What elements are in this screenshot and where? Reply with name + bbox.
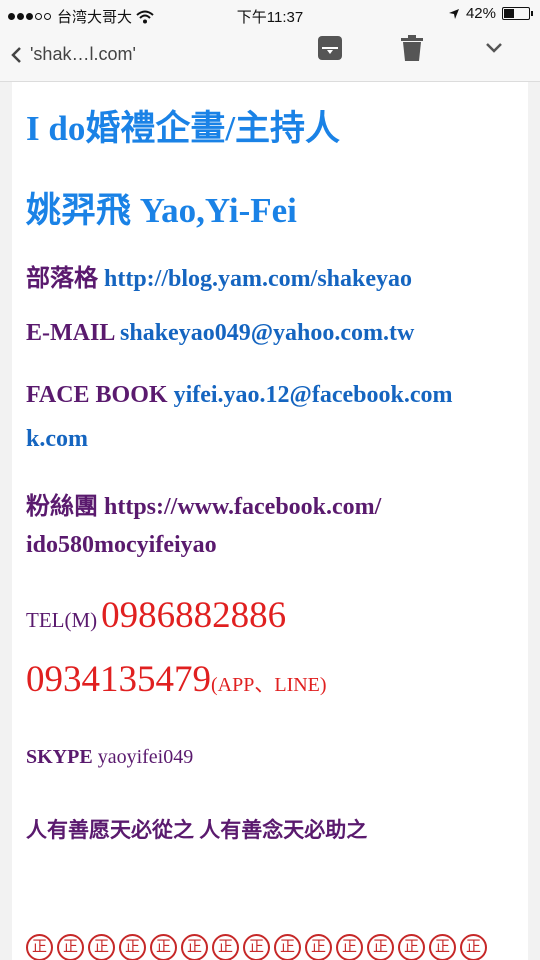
circled-glyph: 正 [305, 934, 332, 960]
back-label: 'shak…l.com' [30, 44, 136, 64]
battery-icon [502, 7, 533, 20]
skype-label: SKYPE [26, 746, 93, 768]
skype-id: yaoyifei049 [97, 746, 194, 768]
circled-glyph: 正 [336, 934, 363, 960]
circled-glyph: 正 [398, 934, 425, 960]
fans-link[interactable]: https://www.facebook.com/ [104, 494, 381, 520]
tel-number-1[interactable]: 0986882886 [101, 595, 286, 636]
circled-glyph: 正 [26, 934, 53, 960]
circled-glyph: 正 [88, 934, 115, 960]
blog-link[interactable]: http://blog.yam.com/shakeyao [104, 266, 412, 292]
archive-button[interactable] [312, 30, 348, 66]
status-right: 42% [448, 5, 533, 22]
circled-glyph: 正 [181, 934, 208, 960]
email-body: I do婚禮企畫/主持人 姚羿飛 Yao,Yi-Fei 部落格 http://b… [12, 82, 528, 960]
battery-percent: 42% [465, 5, 496, 22]
tel-row: TEL(M) 0986882886 [26, 594, 286, 637]
status-bar: 台湾大哥大 下午11:37 42% [0, 0, 540, 30]
blog-row: 部落格 http://blog.yam.com/shakeyao [26, 258, 412, 293]
circled-glyph-row: 正正正正正正正正正正正正正正正 [26, 934, 487, 960]
tel-number-2[interactable]: 0934135479 [26, 659, 211, 700]
circled-glyph: 正 [367, 934, 394, 960]
facebook-link-continued[interactable]: k.com [26, 426, 88, 453]
facebook-row: FACE BOOK yifei.yao.12@facebook.com [26, 382, 453, 409]
tel-note: (APP、LINE) [211, 674, 327, 696]
circled-glyph: 正 [274, 934, 301, 960]
fans-label: 粉絲團 [26, 494, 98, 520]
circled-glyph: 正 [243, 934, 270, 960]
person-name: 姚羿飛 Yao,Yi-Fei [26, 191, 297, 230]
circled-glyph: 正 [57, 934, 84, 960]
tel-row-2: 0934135479(APP、LINE) [26, 658, 327, 701]
facebook-label: FACE BOOK [26, 382, 168, 408]
email-row: E-MAIL shakeyao049@yahoo.com.tw [26, 320, 414, 347]
battery-fill [504, 9, 514, 18]
tel-label: TEL(M) [26, 608, 98, 632]
trash-icon [401, 35, 423, 61]
location-arrow-icon [448, 8, 459, 19]
email-link[interactable]: shakeyao049@yahoo.com.tw [120, 320, 414, 346]
back-button[interactable]: 'shak…l.com' [10, 44, 136, 65]
motto-text: 人有善愿天必從之 人有善念天必助之 [26, 818, 368, 842]
circled-glyph: 正 [212, 934, 239, 960]
more-button[interactable] [476, 30, 512, 66]
archive-icon [318, 36, 342, 60]
circled-glyph: 正 [119, 934, 146, 960]
fans-link-continued[interactable]: ido580mocyifeiyao [26, 532, 217, 559]
circled-glyph: 正 [429, 934, 456, 960]
business-title: I do婚禮企畫/主持人 [26, 109, 341, 148]
skype-row: SKYPE yaoyifei049 [26, 746, 193, 769]
blog-label: 部落格 [26, 266, 98, 292]
facebook-link[interactable]: yifei.yao.12@facebook.com [174, 382, 453, 408]
fans-row: 粉絲團 https://www.facebook.com/ [26, 486, 381, 521]
email-label: E-MAIL [26, 320, 115, 346]
nav-bar: 'shak…l.com' [0, 30, 540, 82]
delete-button[interactable] [394, 30, 430, 66]
chevron-left-icon [11, 46, 21, 63]
circled-glyph: 正 [460, 934, 487, 960]
circled-glyph: 正 [150, 934, 177, 960]
chevron-down-icon [486, 43, 502, 53]
